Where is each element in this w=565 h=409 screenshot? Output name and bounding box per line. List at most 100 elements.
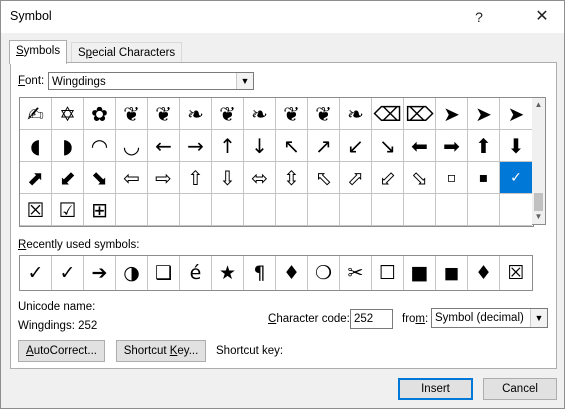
from-label: from: [402,313,429,325]
shortcut-key-button[interactable]: Shortcut Key... [116,340,206,362]
recent-symbol-cell[interactable]: ◼ [436,256,468,290]
symbol-cell[interactable]: ➤ [500,98,532,130]
cancel-button[interactable]: Cancel [483,378,557,400]
symbol-cell[interactable]: ❦ [116,98,148,130]
scroll-up-icon[interactable]: ▲ [532,98,545,112]
symbol-cell[interactable]: → [180,130,212,162]
symbol-cell[interactable]: ⬃ [372,162,404,194]
symbol-cell[interactable]: ⬅ [404,130,436,162]
symbol-cell[interactable]: ❦ [148,98,180,130]
tab-symbols[interactable]: Symbols [9,40,68,64]
symbol-cell[interactable] [276,194,308,226]
recent-symbol-cell[interactable]: ❍ [308,256,340,290]
symbol-cell[interactable]: ⬋ [52,162,84,194]
symbol-cell[interactable] [308,194,340,226]
symbol-cell[interactable]: ❧ [340,98,372,130]
symbol-cell[interactable] [116,194,148,226]
close-button[interactable]: ✕ [528,5,556,29]
recent-symbol-cell[interactable]: ♦ [468,256,500,290]
symbol-cell-selected[interactable]: ✓ [500,162,532,194]
symbol-cell[interactable] [404,194,436,226]
symbol-cell[interactable]: ◡ [116,130,148,162]
symbol-cell[interactable]: ⬄ [244,162,276,194]
recent-symbol-cell[interactable]: ¶ [244,256,276,290]
symbol-cell[interactable]: ⌦ [404,98,436,130]
symbol-cell[interactable]: ↓ [244,130,276,162]
symbol-cell[interactable]: ↑ [212,130,244,162]
symbol-cell[interactable]: ➡ [436,130,468,162]
symbol-cell[interactable]: ✡ [52,98,84,130]
insert-button[interactable]: Insert [398,378,473,400]
recent-symbol-cell[interactable]: ✓ [20,256,52,290]
scroll-thumb[interactable] [534,193,543,211]
font-select[interactable]: Wingdings ▼ [48,72,254,90]
symbol-cell[interactable]: ⬁ [308,162,340,194]
scroll-down-icon[interactable]: ▼ [532,210,545,224]
recent-symbol-cell[interactable]: ◑ [116,256,148,290]
recent-symbol-cell[interactable]: ☒ [500,256,532,290]
recent-symbol-cell[interactable]: ★ [212,256,244,290]
symbol-cell[interactable]: ✿ [84,98,116,130]
autocorrect-button[interactable]: AutoCorrect... [18,340,105,362]
symbol-cell[interactable] [148,194,180,226]
recent-symbol-cell[interactable]: ■ [404,256,436,290]
symbol-cell[interactable]: ← [148,130,180,162]
symbol-cell[interactable] [244,194,276,226]
tab-special-label: S [78,47,86,59]
tab-symbols-label: ymbols [23,45,61,57]
recent-symbol-cell[interactable]: é [180,256,212,290]
recent-symbol-cell[interactable]: ➔ [84,256,116,290]
symbol-cell[interactable]: ⌫ [372,98,404,130]
symbol-cell[interactable] [340,194,372,226]
symbol-cell[interactable]: ⬆ [468,130,500,162]
symbol-cell[interactable]: ▪ [468,162,500,194]
symbol-cell[interactable]: ⊞ [84,194,116,226]
tab-special-characters[interactable]: Special Characters [71,42,183,63]
symbol-cell[interactable]: ⬀ [340,162,372,194]
from-select[interactable]: Symbol (decimal) ▼ [431,308,548,328]
symbol-cell[interactable]: ⇩ [212,162,244,194]
symbol-cell[interactable]: ❦ [308,98,340,130]
symbol-cell[interactable]: ⬇ [500,130,532,162]
symbol-cell[interactable]: ⇳ [276,162,308,194]
symbol-cell[interactable]: ⇦ [116,162,148,194]
symbol-cell[interactable]: ⇧ [180,162,212,194]
recent-symbol-cell[interactable]: ❑ [148,256,180,290]
symbol-cell[interactable]: ⬊ [84,162,116,194]
symbol-cell[interactable]: ↙ [340,130,372,162]
symbol-cell[interactable]: ☑ [52,194,84,226]
character-code-input[interactable]: 252 [350,309,393,329]
symbol-cell[interactable]: ➤ [468,98,500,130]
symbol-cell[interactable]: ❦ [212,98,244,130]
symbol-cell[interactable]: ➤ [436,98,468,130]
recent-symbol-cell[interactable]: ☐ [372,256,404,290]
symbol-cell[interactable]: ❦ [276,98,308,130]
symbol-cell[interactable] [500,194,532,226]
symbol-cell[interactable]: ◖ [20,130,52,162]
symbol-cell[interactable]: ❧ [180,98,212,130]
symbol-cell[interactable] [372,194,404,226]
symbol-cell[interactable] [180,194,212,226]
symbol-cell[interactable] [468,194,500,226]
symbol-cell[interactable]: ⬈ [20,162,52,194]
recent-symbol-cell[interactable]: ✓ [52,256,84,290]
symbol-cell[interactable]: ◗ [52,130,84,162]
symbol-cell[interactable] [212,194,244,226]
symbol-cell[interactable]: ◠ [84,130,116,162]
help-button[interactable]: ? [465,5,493,29]
symbol-cell[interactable]: ⬂ [404,162,436,194]
symbol-cell[interactable]: ☒ [20,194,52,226]
recent-symbol-cell[interactable]: ♦ [276,256,308,290]
symbol-cell[interactable] [436,194,468,226]
symbol-grid-scrollbar[interactable]: ▲ ▼ [532,97,546,225]
symbol-cell[interactable]: ⇨ [148,162,180,194]
symbol-cell[interactable]: ↖ [276,130,308,162]
symbol-cell[interactable]: ▫ [436,162,468,194]
symbol-grid[interactable]: ✍ ✡ ✿ ❦ ❦ ❧ ❦ ❧ ❦ ❦ ❧ ⌫ ⌦ ➤ ➤ ➤ ◖ ◗ ◠ ◡ ← → ↑ ↓ ↖ ↗ ↙ ↘ ⬅ ➡ ⬆ ⬇ ⬈ ⬋ ⬊ ⇦ ⇨ ⇧ ⇩ ⬄… [19,97,534,227]
symbol-cell[interactable]: ↗ [308,130,340,162]
recent-symbols[interactable]: ✓ ✓ ➔ ◑ ❑ é ★ ¶ ♦ ❍ ✂ ☐ ■ ◼ ♦ ☒ [19,255,533,291]
recent-symbol-cell[interactable]: ✂ [340,256,372,290]
symbol-cell[interactable]: ✍ [20,98,52,130]
symbol-cell[interactable]: ↘ [372,130,404,162]
symbol-cell[interactable]: ❧ [244,98,276,130]
